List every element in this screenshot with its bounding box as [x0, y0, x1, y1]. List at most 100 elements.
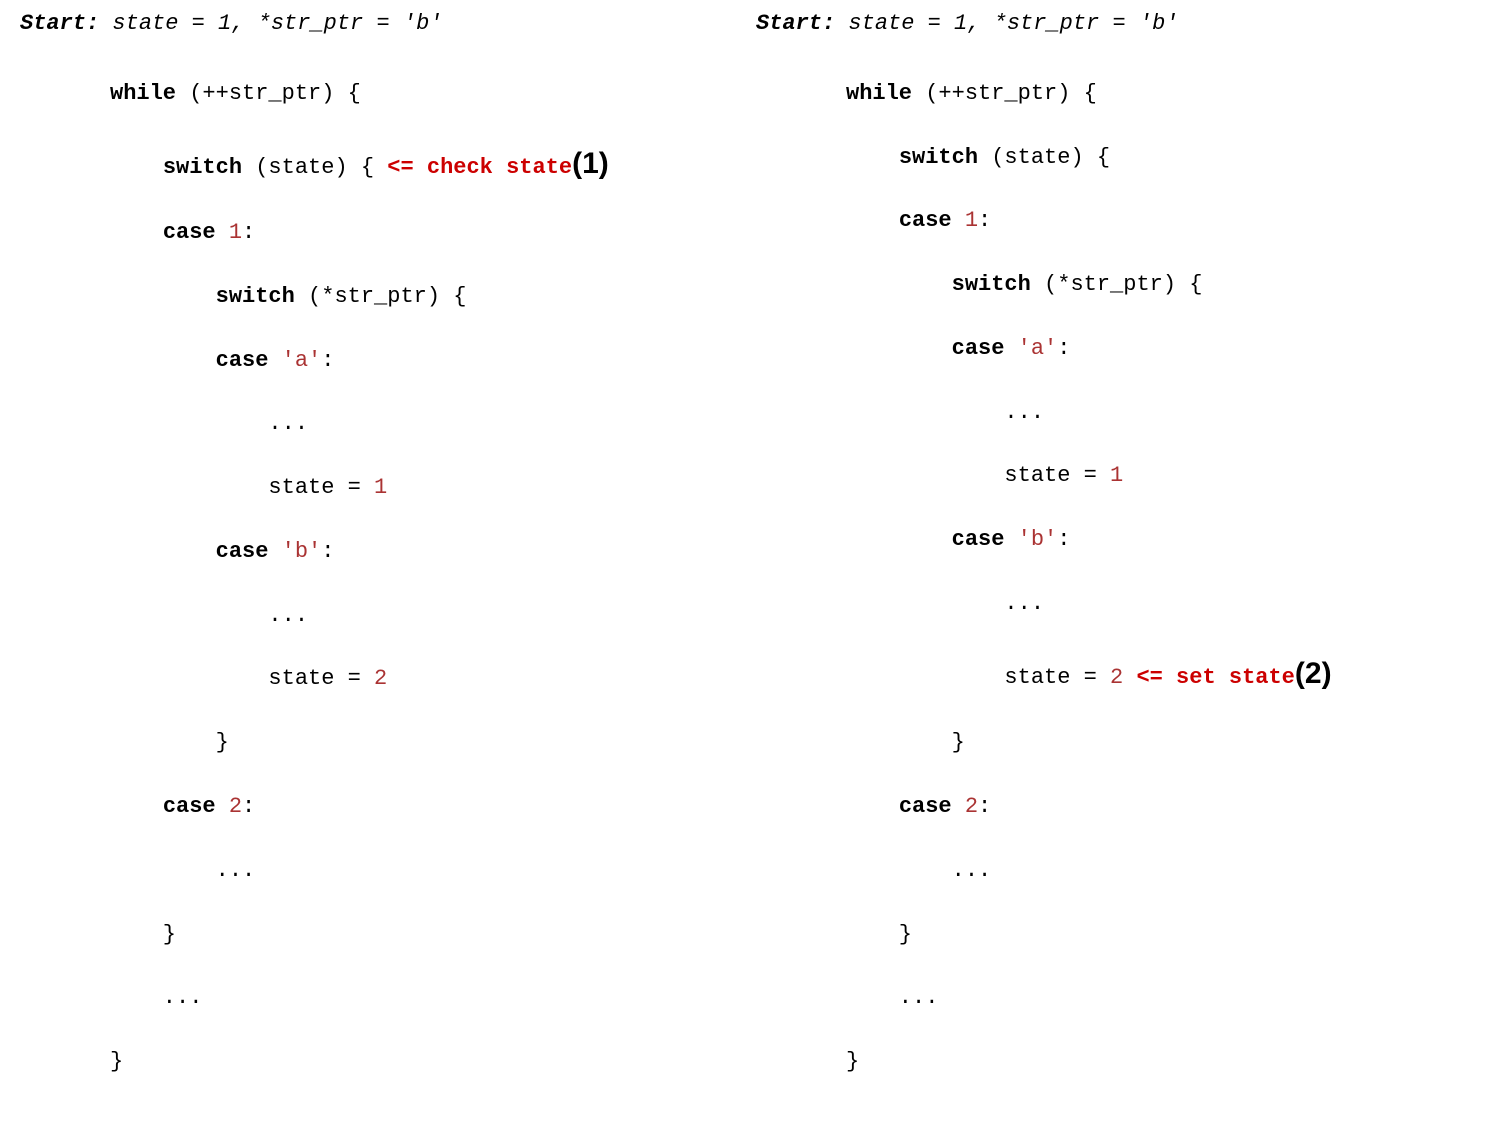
num: 1 [1110, 463, 1123, 488]
indent [846, 272, 952, 297]
code-line: switch (state) { [846, 142, 1492, 174]
code-line: while (++str_ptr) { [846, 78, 1492, 110]
kw-switch: switch [899, 145, 978, 170]
right-code-block: while (++str_ptr) { switch (state) { cas… [846, 46, 1492, 1142]
text: (state) { [978, 145, 1110, 170]
code-line: case 2: [110, 791, 756, 823]
str: 'a' [1018, 336, 1058, 361]
code-line: ... [846, 855, 1492, 887]
sp [216, 220, 229, 245]
right-start-line: Start: state = 1, *str_ptr = 'b' [756, 8, 1492, 40]
sp [268, 539, 281, 564]
num: 2 [374, 666, 387, 691]
code-line: ... [846, 982, 1492, 1014]
num: 1 [965, 208, 978, 233]
start-rest: state = 1, *str_ptr = 'b' [835, 11, 1178, 36]
str: 'a' [282, 348, 322, 373]
indent [846, 336, 952, 361]
kw-switch: switch [952, 272, 1031, 297]
indent [110, 220, 163, 245]
indent [846, 145, 899, 170]
code-line: while (++str_ptr) { [110, 78, 756, 110]
kw-case: case [899, 208, 952, 233]
colon: : [242, 220, 255, 245]
kw-case: case [163, 220, 216, 245]
sp [952, 794, 965, 819]
code-line: case 'b': [846, 524, 1492, 556]
colon: : [242, 794, 255, 819]
code-line: } [846, 919, 1492, 951]
kw-case: case [216, 539, 269, 564]
str: 'b' [282, 539, 322, 564]
kw-switch: switch [163, 155, 242, 180]
text: state = [110, 475, 374, 500]
step-number-2: (2) [1295, 657, 1332, 690]
code-line: } [846, 1046, 1492, 1078]
sp [1004, 336, 1017, 361]
start-label: Start: [20, 11, 99, 36]
text: (*str_ptr) { [1031, 272, 1203, 297]
left-code-block: while (++str_ptr) { switch (state) { <= … [110, 46, 756, 1142]
code-line: } [110, 727, 756, 759]
text: (++str_ptr) { [176, 81, 361, 106]
num: 2 [229, 794, 242, 819]
code-line: ... [110, 600, 756, 632]
sp [1004, 527, 1017, 552]
code-line: case 'a': [846, 333, 1492, 365]
code-line: } [846, 727, 1492, 759]
step-number-1: (1) [572, 147, 609, 180]
sp [1123, 665, 1136, 690]
indent [846, 794, 899, 819]
code-line: } [110, 1046, 756, 1078]
code-line: state = 2 [110, 663, 756, 695]
code-line: case 'a': [110, 345, 756, 377]
colon: : [978, 208, 991, 233]
num: 1 [229, 220, 242, 245]
colon: : [321, 539, 334, 564]
kw-while: while [110, 81, 176, 106]
kw-case: case [163, 794, 216, 819]
right-column: Start: state = 1, *str_ptr = 'b' while (… [756, 8, 1492, 596]
indent [110, 284, 216, 309]
code-line: ... [846, 397, 1492, 429]
kw-case: case [952, 527, 1005, 552]
code-line: ... [110, 855, 756, 887]
kw-case: case [899, 794, 952, 819]
code-line: case 1: [110, 217, 756, 249]
code-line: case 'b': [110, 536, 756, 568]
kw-case: case [952, 336, 1005, 361]
start-label: Start: [756, 11, 835, 36]
sp [216, 794, 229, 819]
code-line: state = 2 <= set state(2) [846, 652, 1492, 696]
kw-switch: switch [216, 284, 295, 309]
indent [110, 155, 163, 180]
code-line: switch (*str_ptr) { [110, 281, 756, 313]
annotation-set-state: <= set state [1136, 665, 1294, 690]
left-start-line: Start: state = 1, *str_ptr = 'b' [20, 8, 756, 40]
sp [952, 208, 965, 233]
indent [846, 208, 899, 233]
indent [110, 348, 216, 373]
code-line: case 2: [846, 791, 1492, 823]
code-line: case 1: [846, 205, 1492, 237]
str: 'b' [1018, 527, 1058, 552]
colon: : [1057, 527, 1070, 552]
page: Start: state = 1, *str_ptr = 'b' while (… [0, 0, 1512, 604]
text: state = [846, 463, 1110, 488]
indent [110, 539, 216, 564]
colon: : [1057, 336, 1070, 361]
indent [110, 794, 163, 819]
colon: : [321, 348, 334, 373]
text: (*str_ptr) { [295, 284, 467, 309]
left-column: Start: state = 1, *str_ptr = 'b' while (… [20, 8, 756, 596]
text: state = [110, 666, 374, 691]
num: 1 [374, 475, 387, 500]
code-line: } [110, 919, 756, 951]
text: state = [846, 665, 1110, 690]
code-line: ... [110, 408, 756, 440]
colon: : [978, 794, 991, 819]
start-rest: state = 1, *str_ptr = 'b' [99, 11, 442, 36]
annotation-check-state: <= check state [387, 155, 572, 180]
num: 2 [1110, 665, 1123, 690]
num: 2 [965, 794, 978, 819]
